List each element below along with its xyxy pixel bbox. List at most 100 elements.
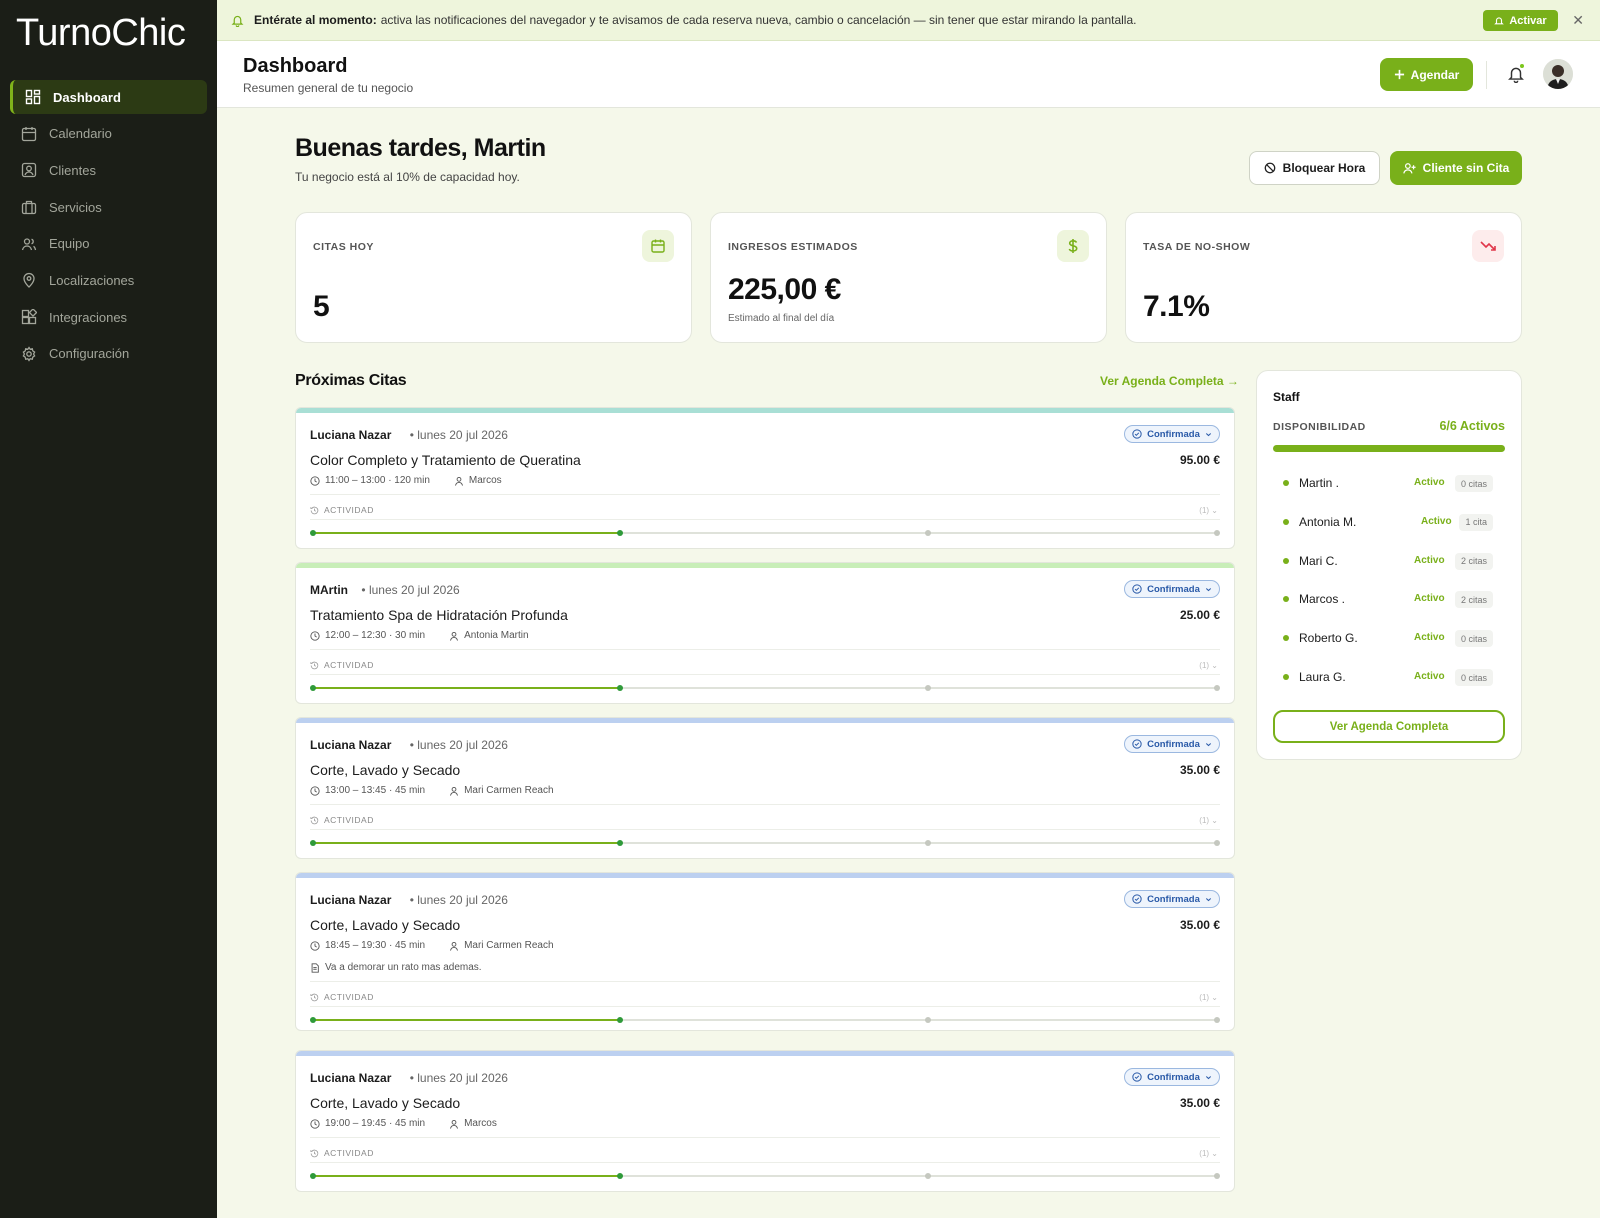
appointment-card[interactable]: Luciana Nazar • lunes 20 jul 2026 Confirma… (295, 1050, 1235, 1192)
service-price: 35.00 € (1179, 1096, 1220, 1110)
staff-row[interactable]: Roberto G. (1283, 628, 1358, 648)
progress-step (310, 685, 316, 691)
activity-count: (1) ⌄ (1199, 1149, 1218, 1158)
activity-toggle[interactable]: ACTIVIDAD (310, 660, 374, 670)
appointment-card[interactable]: MArtin • lunes 20 jul 2026 Confirmada Trata… (295, 562, 1235, 704)
agendar-button[interactable]: Agendar (1380, 58, 1473, 91)
stat-label: INGRESOS ESTIMADOS (728, 241, 858, 253)
appointment-card[interactable]: Luciana Nazar • lunes 20 jul 2026 Confirma… (295, 407, 1235, 549)
activity-count: (1) ⌄ (1199, 816, 1218, 825)
appointment-time: 13:00 – 13:45 · 45 min (325, 785, 426, 796)
appointment-meta: 19:00 – 19:45 · 45 min Marcos (310, 1118, 497, 1129)
clients-icon (21, 163, 37, 178)
ver-agenda-completa-label: Ver Agenda Completa (1329, 720, 1449, 733)
staff-row[interactable]: Laura G. (1283, 667, 1346, 687)
status-badge[interactable]: Confirmada (1124, 735, 1220, 753)
status-badge[interactable]: Confirmada (1124, 1068, 1220, 1086)
service-name: Corte, Lavado y Secado (310, 1095, 461, 1111)
service-name: Corte, Lavado y Secado (310, 917, 461, 933)
brand-logo[interactable]: TurnoChic (16, 12, 186, 55)
sidebar-item-label: Dashboard (53, 89, 121, 105)
appointment-date-text: lunes 20 jul 2026 (417, 893, 508, 907)
banner-text: activa las notificaciones del navegador … (380, 13, 1137, 27)
activity-toggle[interactable]: ACTIVIDAD (310, 992, 374, 1002)
appointment-card[interactable]: Luciana Nazar • lunes 20 jul 2026 Confirma… (295, 717, 1235, 859)
sidebar-item-integraciones[interactable]: Integraciones (10, 300, 207, 334)
service-price: 35.00 € (1179, 763, 1220, 777)
staff-member-name: Mari C. (1299, 553, 1338, 568)
staff-citas-badge: 2 citas (1454, 552, 1493, 570)
staff-name: Mari Carmen Reach (464, 940, 554, 951)
progress-step (1214, 1173, 1220, 1179)
sidebar: TurnoChic Dashboard Calendario Clientes … (0, 0, 217, 1218)
staff-title: Staff (1273, 390, 1300, 404)
staff-status: Activo (1414, 554, 1445, 566)
staff-citas-badge: 2 citas (1454, 591, 1493, 609)
service-price: 25.00 € (1179, 608, 1220, 622)
staff-member-name: Martin . (1299, 476, 1340, 490)
bloquear-hora-button[interactable]: Bloquear Hora (1249, 151, 1380, 185)
staff-row[interactable]: Marcos . (1283, 589, 1345, 609)
user-icon (450, 941, 459, 951)
divider (310, 1162, 1220, 1163)
divider (310, 494, 1220, 495)
status-label: Confirmada (1147, 428, 1200, 440)
avatar[interactable] (1543, 59, 1573, 89)
stat-card-ingresos: INGRESOS ESTIMADOS 225,00 € Estimado al … (710, 212, 1107, 343)
page-subtitle: Resumen general de tu negocio (243, 81, 414, 95)
status-color-bar (296, 873, 1234, 878)
divider (310, 519, 1220, 520)
sidebar-item-dashboard[interactable]: Dashboard (10, 80, 207, 114)
sidebar-item-clientes[interactable]: Clientes (10, 153, 207, 187)
activity-toggle[interactable]: ACTIVIDAD (310, 505, 374, 515)
check-circle-icon (1132, 1072, 1142, 1082)
appointment-card[interactable]: Luciana Nazar • lunes 20 jul 2026 Confirma… (295, 872, 1235, 1031)
activity-toggle[interactable]: ACTIVIDAD (310, 1148, 374, 1158)
stat-label: TASA DE NO-SHOW (1143, 241, 1251, 253)
activity-toggle[interactable]: ACTIVIDAD (310, 815, 374, 825)
activar-button[interactable]: Activar (1483, 10, 1558, 31)
ver-agenda-completa-button[interactable]: Ver Agenda Completa (1273, 710, 1505, 743)
appointment-date: • lunes 20 jul 2026 (409, 1071, 508, 1085)
availability-label: DISPONIBILIDAD (1273, 421, 1366, 433)
activity-label: ACTIVIDAD (324, 815, 374, 825)
staff-name: Marcos (464, 1118, 497, 1129)
page-header: Dashboard Resumen general de tu negocio … (217, 41, 1600, 108)
clock-icon (310, 940, 320, 951)
trending-down-icon (1472, 230, 1504, 262)
staff-member-name: Laura G. (1299, 670, 1346, 684)
status-badge[interactable]: Confirmada (1124, 890, 1220, 908)
activity-count-text: (1) (1199, 816, 1210, 825)
status-dot (1283, 557, 1289, 564)
close-icon[interactable]: ✕ (1572, 12, 1584, 29)
staff-citas-badge: 0 citas (1454, 630, 1493, 648)
progress-track (310, 685, 1220, 691)
sidebar-item-calendario[interactable]: Calendario (10, 117, 207, 151)
stat-value: 5 (313, 290, 330, 323)
sidebar-item-equipo[interactable]: Equipo (10, 227, 207, 261)
staff-row[interactable]: Martin . (1283, 473, 1339, 493)
cliente-sin-cita-button[interactable]: Cliente sin Cita (1390, 151, 1522, 185)
sidebar-item-localizaciones[interactable]: Localizaciones (10, 263, 207, 297)
sidebar-item-configuracion[interactable]: Configuración (10, 337, 207, 371)
notification-banner: Entérate al momento: activa las notifica… (217, 0, 1600, 41)
appointment-date: • lunes 20 jul 2026 (409, 893, 508, 907)
client-name: Luciana Nazar (310, 1071, 392, 1085)
appointment-date: • lunes 20 jul 2026 (409, 738, 508, 752)
status-color-bar (296, 563, 1234, 568)
stat-value: 225,00 € (728, 273, 841, 306)
staff-row[interactable]: Mari C. (1283, 551, 1338, 571)
sidebar-nav: Dashboard Calendario Clientes Servicios … (10, 80, 207, 374)
ver-agenda-link[interactable]: Ver Agenda Completa → (1100, 374, 1239, 388)
appointment-meta: 13:00 – 13:45 · 45 min Mari Carmen Reach (310, 785, 554, 796)
staff-name: Antonia Martin (464, 630, 529, 641)
sidebar-item-servicios[interactable]: Servicios (10, 190, 207, 224)
progress-step (617, 1017, 624, 1023)
status-badge[interactable]: Confirmada (1124, 580, 1220, 598)
client-name: Luciana Nazar (310, 738, 392, 752)
logo-text: TurnoChic (16, 12, 186, 54)
chevron-down-icon (1205, 1075, 1211, 1079)
status-badge[interactable]: Confirmada (1124, 425, 1220, 443)
note-icon (311, 962, 319, 973)
staff-row[interactable]: Antonia M. (1283, 512, 1356, 532)
